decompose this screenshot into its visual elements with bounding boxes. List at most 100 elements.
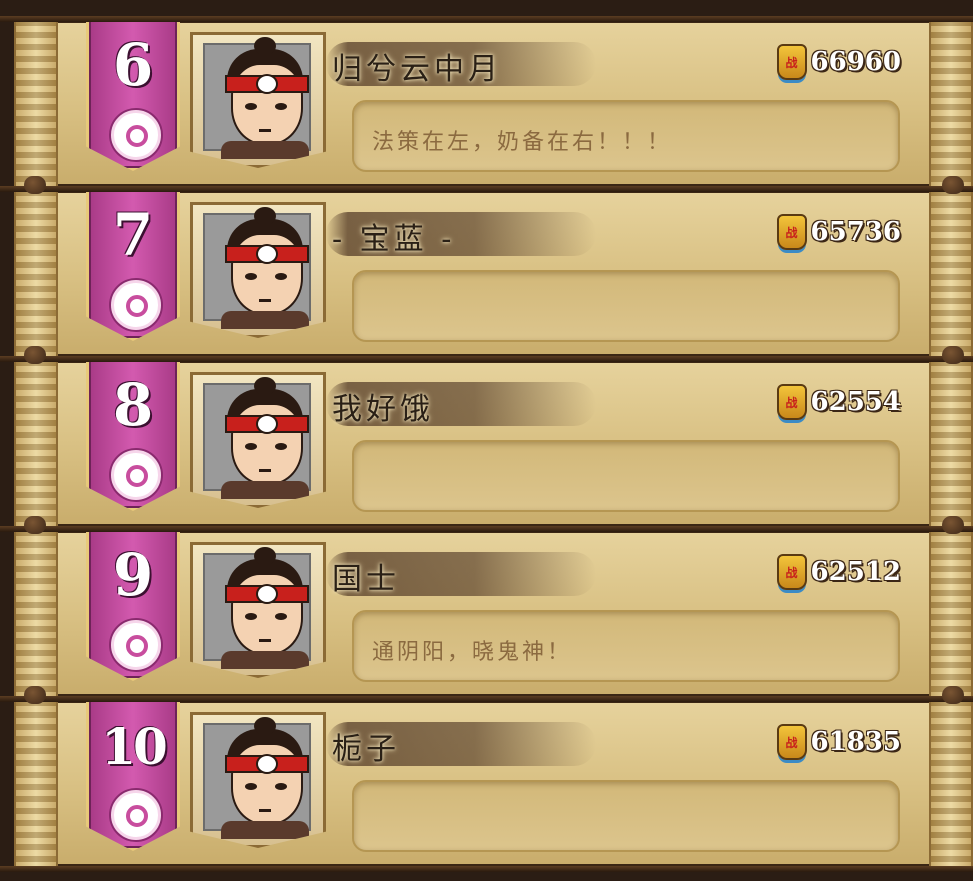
scroll-edge-right	[929, 360, 973, 528]
headband-emblem-icon	[256, 244, 278, 264]
avatar-background	[203, 37, 311, 159]
battle-score: 61835	[810, 727, 901, 757]
eye-left	[245, 443, 257, 450]
leaderboard-row[interactable]: 9 国士 战 62512 通阴阳，晓鬼神！	[14, 528, 973, 698]
battle-score: 62554	[810, 387, 901, 417]
headband-emblem-icon	[256, 414, 278, 434]
rank-emblem-icon	[111, 790, 161, 840]
rank-banner: 10	[86, 698, 180, 851]
battle-badge-icon: 战	[776, 554, 807, 590]
player-name: 国士	[332, 562, 400, 597]
battle-score: 62512	[810, 557, 901, 587]
scroll-edge-right	[929, 700, 973, 868]
headband-emblem-icon	[256, 74, 278, 94]
avatar-background	[203, 207, 311, 329]
headband-emblem-icon	[256, 754, 278, 774]
signature-text: 法策在左，奶备在右！！！	[372, 130, 673, 155]
signature-box	[352, 440, 900, 512]
rank-number: 8	[112, 371, 154, 439]
scroll-edge-right	[929, 190, 973, 358]
scroll-edge-left	[14, 20, 58, 188]
rank-number: 6	[112, 31, 154, 99]
eye-right	[275, 613, 287, 620]
battle-score: 66960	[810, 47, 901, 77]
battle-badge-icon: 战	[776, 384, 807, 420]
battle-badge-icon: 战	[776, 724, 807, 760]
rank-emblem-icon	[111, 110, 161, 160]
rank-emblem-icon	[111, 280, 161, 330]
avatar[interactable]	[190, 32, 326, 168]
rank-number: 10	[101, 717, 168, 776]
rank-banner: 9	[86, 528, 180, 681]
avatar-background	[203, 547, 311, 669]
separator-rod	[0, 16, 973, 22]
hair-bun	[254, 547, 276, 565]
rod-knob	[942, 686, 964, 704]
collar	[221, 651, 309, 669]
mouth	[259, 809, 271, 812]
score-group: 战 62512	[776, 554, 901, 590]
mouth	[259, 639, 271, 642]
eye-right	[275, 443, 287, 450]
rod-knob	[24, 346, 46, 364]
headband-emblem-icon	[256, 584, 278, 604]
hair-bun	[254, 717, 276, 735]
rod-knob	[24, 686, 46, 704]
eye-left	[245, 613, 257, 620]
signature-box	[352, 780, 900, 852]
scroll-edge-left	[14, 700, 58, 868]
rod-knob	[942, 346, 964, 364]
hair-bun	[254, 207, 276, 225]
collar	[221, 311, 309, 329]
avatar[interactable]	[190, 202, 326, 338]
mouth	[259, 469, 271, 472]
avatar-background	[203, 377, 311, 499]
signature-box	[352, 270, 900, 342]
scroll-edge-left	[14, 190, 58, 358]
battle-score: 65736	[810, 217, 901, 247]
scroll-edge-right	[929, 20, 973, 188]
eye-left	[245, 783, 257, 790]
leaderboard-row[interactable]: 10 栀子 战 61835	[14, 698, 973, 868]
rod-knob	[24, 176, 46, 194]
collar	[221, 481, 309, 499]
collar	[221, 141, 309, 159]
rank-banner: 7	[86, 188, 180, 341]
scroll-edge-right	[929, 530, 973, 698]
rank-number: 9	[112, 541, 154, 609]
leaderboard-row[interactable]: 7 - 宝蓝 - 战 65736	[14, 188, 973, 358]
score-group: 战 61835	[776, 724, 901, 760]
rod-knob	[24, 516, 46, 534]
player-name: 归兮云中月	[332, 52, 502, 87]
mouth	[259, 299, 271, 302]
signature-text: 通阴阳，晓鬼神！	[372, 640, 573, 665]
separator-rod	[0, 186, 973, 192]
separator-rod	[0, 526, 973, 532]
mouth	[259, 129, 271, 132]
hair-bun	[254, 37, 276, 55]
eye-right	[275, 103, 287, 110]
separator-rod	[0, 696, 973, 702]
eye-right	[275, 273, 287, 280]
rod-knob	[942, 516, 964, 534]
rod-knob	[942, 176, 964, 194]
rank-number: 7	[112, 201, 154, 269]
avatar[interactable]	[190, 542, 326, 678]
hair-bun	[254, 377, 276, 395]
battle-badge-icon: 战	[776, 44, 807, 80]
player-name: 我好饿	[332, 392, 434, 427]
rank-emblem-icon	[111, 620, 161, 670]
separator-rod	[0, 356, 973, 362]
player-name: - 宝蓝 -	[332, 222, 456, 257]
scroll-edge-left	[14, 360, 58, 528]
separator-rod	[0, 866, 973, 872]
score-group: 战 62554	[776, 384, 901, 420]
collar	[221, 821, 309, 839]
avatar-background	[203, 717, 311, 839]
avatar[interactable]	[190, 372, 326, 508]
rank-banner: 8	[86, 358, 180, 511]
avatar[interactable]	[190, 712, 326, 848]
scroll-edge-left	[14, 530, 58, 698]
leaderboard-row[interactable]: 8 我好饿 战 62554	[14, 358, 973, 528]
leaderboard-row[interactable]: 6 归兮云中月 战 66960 法策在左，奶备在右！！！	[14, 18, 973, 188]
